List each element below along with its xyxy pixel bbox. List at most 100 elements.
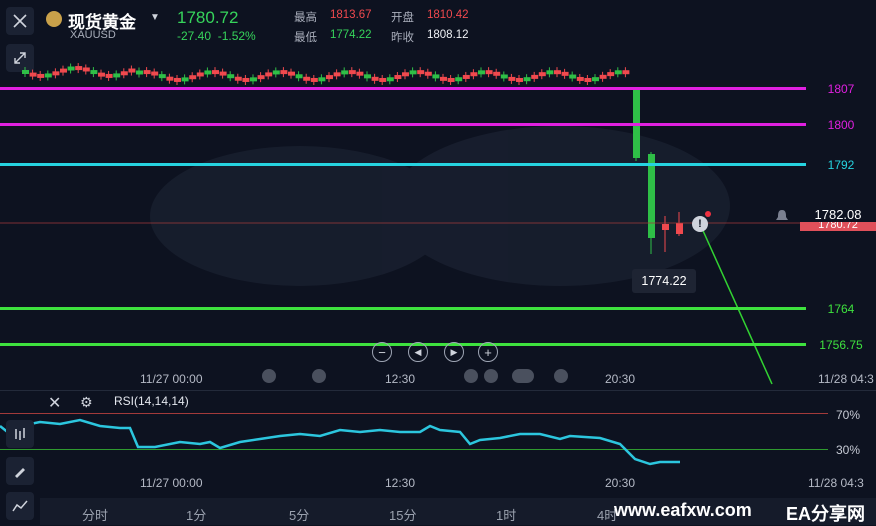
event-marker-3[interactable] bbox=[464, 369, 478, 383]
zoom-out-button[interactable]: − bbox=[372, 342, 392, 362]
candle bbox=[242, 77, 250, 82]
panel-divider bbox=[0, 390, 876, 391]
candle bbox=[348, 70, 356, 75]
scroll-start-button[interactable]: ◀ bbox=[408, 342, 428, 362]
rsi-time-label-3: 20:30 bbox=[605, 476, 636, 490]
candle bbox=[234, 76, 242, 81]
level-line-1764[interactable] bbox=[0, 307, 806, 310]
candle bbox=[462, 74, 470, 79]
level-line-1807[interactable] bbox=[0, 87, 806, 90]
candle bbox=[120, 71, 128, 76]
price-change-pct: -1.52% bbox=[217, 29, 256, 43]
candle bbox=[212, 70, 219, 75]
zoom-in-button[interactable]: + bbox=[478, 342, 498, 362]
price-change-value: -27.40 bbox=[177, 29, 212, 43]
info-icon[interactable]: ! bbox=[692, 216, 708, 232]
candle bbox=[432, 74, 440, 79]
candle bbox=[143, 70, 151, 75]
draw-tool-button[interactable] bbox=[6, 457, 34, 485]
candle bbox=[250, 77, 257, 82]
open-label: 开盘 bbox=[391, 12, 414, 24]
candle bbox=[280, 70, 288, 75]
tab-1h[interactable]: 1时 bbox=[496, 505, 516, 524]
header-bar: 现货黄金 ▼ XAUUSD 1780.72 -27.40 -1.52% 最高 1… bbox=[0, 0, 876, 46]
level-tag-1756: 1756.75 bbox=[806, 336, 876, 354]
candle bbox=[599, 74, 607, 79]
chart-type-button[interactable] bbox=[6, 492, 34, 520]
rsi-time-label-4: 11/28 04:3 bbox=[808, 476, 864, 490]
candle bbox=[105, 73, 113, 78]
level-line-1800[interactable] bbox=[0, 123, 806, 126]
rsi-line bbox=[0, 418, 680, 466]
line-chart-icon bbox=[12, 500, 28, 512]
candle bbox=[447, 77, 455, 82]
candle bbox=[592, 77, 599, 82]
current-price: 1780.72 bbox=[177, 8, 239, 27]
close-indicator-icon[interactable]: ✕ bbox=[48, 393, 61, 413]
candle bbox=[622, 70, 630, 75]
world-map-background bbox=[150, 126, 730, 286]
tab-15m[interactable]: 15分 bbox=[389, 505, 416, 524]
candle bbox=[44, 73, 52, 78]
event-marker-4[interactable] bbox=[484, 369, 498, 383]
minus-icon: − bbox=[378, 344, 386, 360]
level-tag-1807: 1807 bbox=[806, 80, 876, 98]
candle bbox=[303, 76, 311, 81]
pencil-icon bbox=[15, 468, 25, 478]
level-line-1792[interactable] bbox=[0, 163, 806, 166]
level-tag-1800: 1800 bbox=[806, 116, 876, 134]
candle bbox=[417, 70, 425, 75]
prev-close-label: 昨收 bbox=[391, 32, 414, 44]
level-tag-1764: 1764 bbox=[806, 300, 876, 318]
candle bbox=[227, 74, 235, 79]
close-button[interactable] bbox=[6, 7, 34, 35]
candle bbox=[75, 66, 83, 71]
candle bbox=[561, 71, 569, 76]
tab-5m[interactable]: 5分 bbox=[289, 505, 309, 524]
rsi-label: RSI(14,14,14) bbox=[114, 394, 189, 408]
time-label-1: 11/27 00:00 bbox=[140, 372, 203, 386]
time-label-3: 20:30 bbox=[605, 372, 636, 386]
candle bbox=[204, 70, 212, 75]
candle bbox=[648, 154, 655, 238]
candle bbox=[113, 73, 121, 78]
low-marker-label: 1774.22 bbox=[632, 269, 696, 293]
tab-1m[interactable]: 1分 bbox=[186, 505, 206, 524]
candle bbox=[409, 70, 417, 75]
rsi-chart bbox=[0, 418, 680, 466]
candle bbox=[67, 66, 75, 71]
alert-bell-icon[interactable] bbox=[774, 208, 792, 224]
prev-close-value: 1808.12 bbox=[427, 29, 469, 41]
skip-back-icon: ◀ bbox=[414, 346, 422, 357]
settings-icon[interactable]: ⚙ bbox=[80, 394, 93, 411]
candle bbox=[394, 75, 402, 80]
instrument-symbol: XAUUSD bbox=[70, 29, 116, 41]
candle bbox=[60, 68, 67, 73]
watermark-name: EA分享网 bbox=[786, 504, 866, 524]
rsi-high-label: 70% bbox=[836, 408, 861, 422]
rsi-time-label-2: 12:30 bbox=[385, 476, 416, 490]
candle bbox=[174, 77, 181, 82]
scroll-end-button[interactable]: ▶ bbox=[444, 342, 464, 362]
event-marker-5[interactable] bbox=[512, 369, 534, 383]
event-marker-6[interactable] bbox=[554, 369, 568, 383]
candle bbox=[189, 75, 197, 80]
level-line-1756[interactable] bbox=[0, 343, 806, 346]
event-marker-2[interactable] bbox=[312, 369, 326, 383]
low-label: 最低 bbox=[294, 32, 317, 44]
candle bbox=[333, 72, 341, 77]
tab-tick[interactable]: 分时 bbox=[82, 505, 108, 524]
candle bbox=[485, 70, 493, 75]
candle bbox=[181, 77, 189, 82]
candle bbox=[98, 72, 105, 77]
indicator-tool-button[interactable] bbox=[6, 420, 34, 448]
event-marker-1[interactable] bbox=[262, 369, 276, 383]
candle bbox=[424, 71, 432, 76]
candle bbox=[386, 77, 394, 82]
close-icon bbox=[13, 14, 27, 28]
skip-forward-icon: ▶ bbox=[450, 346, 458, 357]
candle bbox=[295, 74, 303, 79]
candle bbox=[371, 76, 379, 81]
chevron-down-icon[interactable]: ▼ bbox=[150, 12, 160, 23]
candle bbox=[341, 70, 349, 75]
